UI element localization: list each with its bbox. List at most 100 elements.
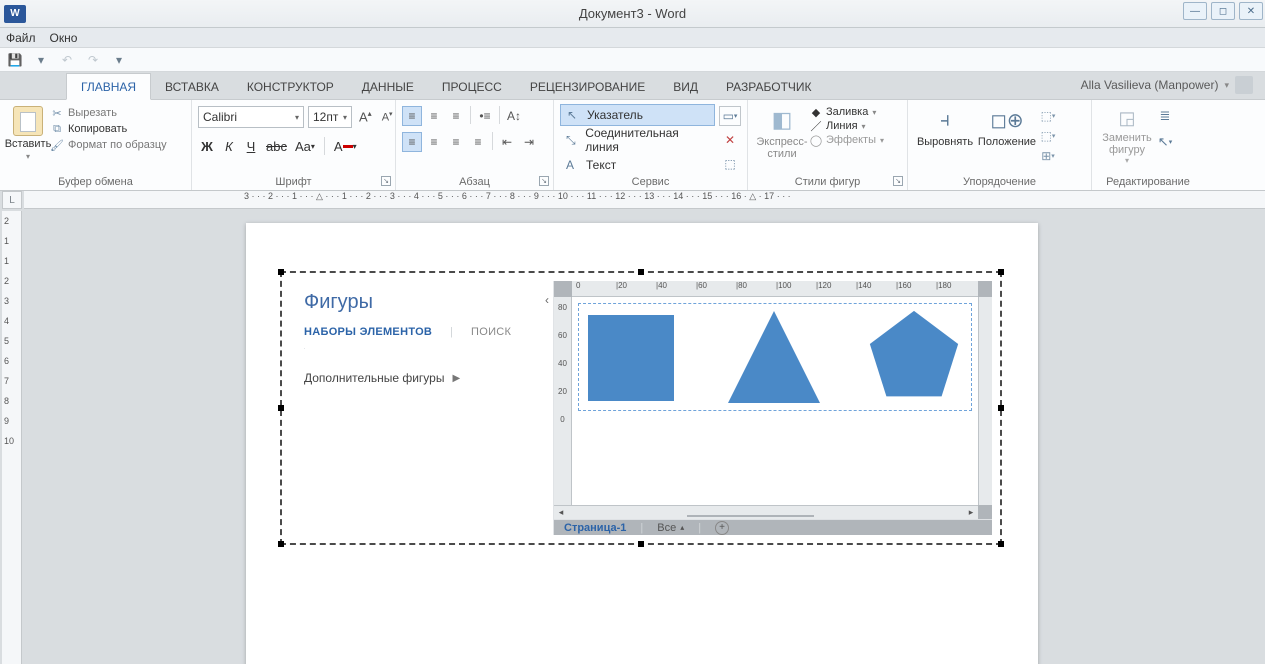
shrink-font-button[interactable]: A▾	[379, 110, 396, 124]
express-styles-button[interactable]: ◧ Экспресс-стили	[754, 102, 810, 160]
tab-data[interactable]: ДАННЫЕ	[348, 74, 428, 99]
shape-line-button[interactable]: ／Линия▾	[810, 120, 884, 132]
underline-button[interactable]: Ч	[242, 136, 260, 156]
minimize-button[interactable]: —	[1183, 2, 1207, 20]
drawing-canvas[interactable]	[572, 297, 978, 505]
collapse-panel-icon[interactable]: ‹	[545, 293, 549, 307]
tab-review[interactable]: РЕЦЕНЗИРОВАНИЕ	[516, 74, 659, 99]
resize-handle[interactable]	[998, 541, 1004, 547]
shape-styles-dialog-launcher[interactable]: ↘	[893, 176, 903, 186]
resize-handle[interactable]	[998, 405, 1004, 411]
resize-handle[interactable]	[638, 541, 644, 547]
qat-more[interactable]: ▾	[108, 50, 130, 70]
paste-button[interactable]: Вставить ▾	[6, 102, 50, 161]
menu-file[interactable]: Файл	[6, 31, 36, 45]
document-page[interactable]: ‹ Фигуры НАБОРЫ ЭЛЕМЕНТОВ | ПОИСК Дополн…	[246, 223, 1038, 664]
tab-process[interactable]: ПРОЦЕСС	[428, 74, 516, 99]
delete-tool[interactable]: ✕	[719, 130, 741, 150]
position-button[interactable]: ◻⊕ Положение	[976, 102, 1038, 148]
user-dropdown-icon[interactable]: ▾	[1224, 80, 1229, 91]
font-dialog-launcher[interactable]: ↘	[381, 176, 391, 186]
grow-font-button[interactable]: A▴	[356, 109, 375, 124]
bring-front-button[interactable]: ⬚▾	[1038, 108, 1058, 124]
canvas-ruler-h[interactable]: 0|20|40 |60|80|100 |120|140|160 |180	[572, 281, 978, 297]
group-button[interactable]: ⊞▾	[1038, 148, 1058, 164]
tab-developer[interactable]: РАЗРАБОТЧИК	[712, 74, 826, 99]
increase-indent-button[interactable]: ⇥	[519, 132, 539, 152]
paragraph-dialog-launcher[interactable]: ↘	[539, 176, 549, 186]
align-top-button[interactable]: ≡	[402, 106, 422, 126]
vertical-ruler[interactable]: 21 123 456 789 10	[2, 211, 22, 664]
qat-redo-icon[interactable]: ↷	[82, 50, 104, 70]
replace-shape-button[interactable]: ◲ Заменить фигуру ▾	[1098, 102, 1156, 165]
cut-button[interactable]: ✂Вырезать	[50, 106, 167, 120]
align-justify-button[interactable]: ≡	[468, 132, 488, 152]
bullets-button[interactable]: •≡	[475, 106, 495, 126]
rectangle-tool[interactable]: ▭▾	[719, 106, 741, 126]
user-name[interactable]: Alla Vasilieva (Manpower)	[1081, 78, 1219, 92]
maximize-button[interactable]: ◻	[1211, 2, 1235, 20]
tab-insert[interactable]: ВСТАВКА	[151, 74, 233, 99]
align-bottom-button[interactable]: ≡	[446, 106, 466, 126]
close-button[interactable]: ✕	[1239, 2, 1263, 20]
clipboard-group-label: Буфер обмена	[0, 176, 191, 188]
shape-effects-button[interactable]: ◯Эффекты▾	[810, 134, 884, 146]
tab-design[interactable]: КОНСТРУКТОР	[233, 74, 348, 99]
qat-dropdown[interactable]: ▾	[30, 50, 52, 70]
font-size-select[interactable]: 12пт▾	[308, 106, 352, 128]
font-name-select[interactable]: Calibri▾	[198, 106, 304, 128]
resize-handle[interactable]	[278, 541, 284, 547]
change-case-button[interactable]: Aa▾	[293, 136, 317, 156]
decrease-indent-button[interactable]: ⇤	[497, 132, 517, 152]
styles-gallery-icon: ◧	[765, 106, 799, 134]
strike-button[interactable]: abc	[264, 136, 289, 156]
shape-pentagon[interactable]	[868, 309, 960, 406]
align-center-button[interactable]: ≡	[424, 132, 444, 152]
copy-button[interactable]: ⧉Копировать	[50, 122, 167, 136]
bold-button[interactable]: Ж	[198, 136, 216, 156]
resize-handle[interactable]	[278, 405, 284, 411]
layers-button[interactable]: ≣	[1156, 108, 1174, 124]
shape-rectangle[interactable]	[588, 315, 674, 401]
menu-window[interactable]: Окно	[50, 31, 78, 45]
resize-handle[interactable]	[638, 269, 644, 275]
page-tab-1[interactable]: Страница-1	[564, 522, 626, 534]
italic-button[interactable]: К	[220, 136, 238, 156]
qat-save-icon[interactable]: 💾	[4, 50, 26, 70]
paste-dropdown-icon[interactable]: ▾	[26, 152, 30, 161]
align-middle-button[interactable]: ≡	[424, 106, 444, 126]
format-painter-button[interactable]: 🖌Формат по образцу	[50, 138, 167, 152]
pointer-tool[interactable]: ↖Указатель	[560, 104, 715, 126]
align-left-button[interactable]: ≡	[402, 132, 422, 152]
canvas-scroll-h[interactable]: ◂ ▸	[554, 505, 978, 519]
horizontal-ruler[interactable]: 3 · · · 2 · · · 1 · · · △ · · · 1 · · · …	[24, 191, 1265, 209]
scroll-thumb[interactable]	[687, 515, 814, 517]
align-button[interactable]: ⫞ Выровнять	[914, 102, 976, 148]
add-page-button[interactable]: +	[715, 521, 729, 535]
lasso-tool[interactable]: ⬚	[719, 154, 741, 174]
scroll-right-icon[interactable]: ▸	[964, 507, 978, 518]
font-color-button[interactable]: A▾	[332, 136, 359, 156]
select-button[interactable]: ↖▾	[1156, 134, 1174, 150]
align-right-button[interactable]: ≡	[446, 132, 466, 152]
text-direction-button[interactable]: A↕	[504, 106, 524, 126]
embedded-visio-object[interactable]: ‹ Фигуры НАБОРЫ ЭЛЕМЕНТОВ | ПОИСК Дополн…	[280, 271, 1002, 545]
tab-home[interactable]: ГЛАВНАЯ	[66, 73, 151, 100]
resize-handle[interactable]	[278, 269, 284, 275]
connector-tool[interactable]: ⤡Соединительная линия	[560, 129, 715, 151]
scroll-left-icon[interactable]: ◂	[554, 507, 568, 518]
more-shapes-button[interactable]: Дополнительные фигуры ▶	[304, 371, 539, 385]
user-avatar[interactable]	[1235, 76, 1253, 94]
shape-triangle[interactable]	[728, 311, 820, 403]
qat-undo-icon[interactable]: ↶	[56, 50, 78, 70]
send-back-button[interactable]: ⬚▾	[1038, 128, 1058, 144]
shape-search-tab[interactable]: ПОИСК	[471, 326, 511, 338]
resize-handle[interactable]	[998, 269, 1004, 275]
shape-fill-button[interactable]: ◆Заливка▾	[810, 106, 884, 118]
shape-sets-tab[interactable]: НАБОРЫ ЭЛЕМЕНТОВ	[304, 326, 432, 338]
canvas-ruler-v[interactable]: 8060 4020 0	[554, 297, 572, 505]
page-tab-all[interactable]: Все▴	[657, 522, 684, 534]
text-tool[interactable]: AТекст	[560, 154, 715, 176]
canvas-scroll-v[interactable]	[978, 297, 992, 505]
tab-view[interactable]: ВИД	[659, 74, 712, 99]
